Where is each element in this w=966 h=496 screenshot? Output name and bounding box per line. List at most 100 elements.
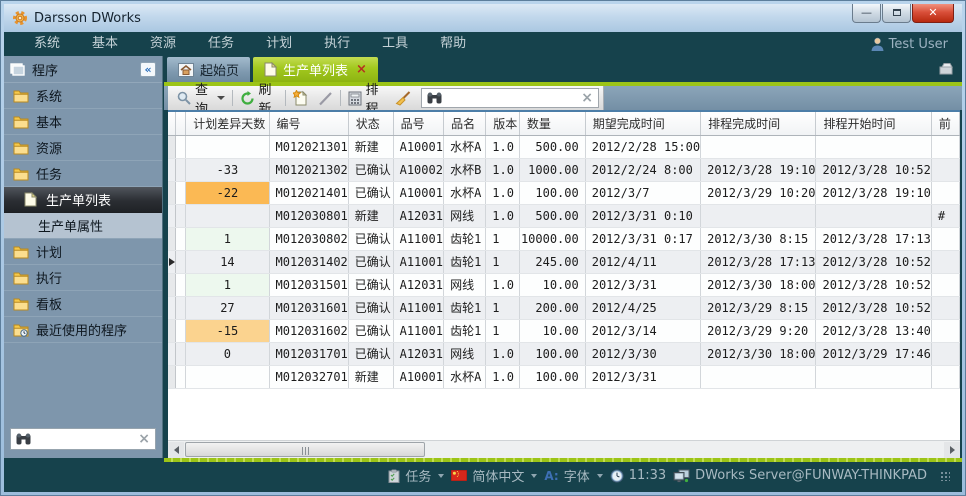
row-indicator-cell bbox=[168, 204, 176, 227]
menu-item[interactable]: 资源 bbox=[134, 32, 192, 56]
sidebar-item[interactable]: 生产单属性 bbox=[4, 213, 162, 239]
sidebar-search-clear-icon[interactable]: × bbox=[138, 432, 150, 446]
column-header[interactable]: 期望完成时间 bbox=[585, 112, 700, 135]
column-header[interactable]: 品名 bbox=[444, 112, 486, 135]
table-row[interactable]: 1M012031501已确认A12031网线1.010.002012/3/312… bbox=[168, 273, 960, 296]
column-header[interactable]: 前 bbox=[931, 112, 959, 135]
column-header[interactable]: 排程完成时间 bbox=[701, 112, 816, 135]
edit-button[interactable] bbox=[313, 87, 338, 109]
gap-cell bbox=[176, 227, 186, 250]
row-indicator-cell bbox=[168, 158, 176, 181]
sidebar-header: 程序 « bbox=[4, 56, 162, 83]
gap-cell bbox=[176, 181, 186, 204]
server-status[interactable]: DWorks Server@FUNWAY-THINKPAD bbox=[673, 468, 927, 483]
column-header[interactable]: 排程开始时间 bbox=[816, 112, 931, 135]
query-button[interactable]: 查询 bbox=[172, 87, 230, 109]
sidebar-item-label: 看板 bbox=[36, 294, 62, 313]
gap-cell bbox=[176, 296, 186, 319]
row-indicator-cell bbox=[168, 365, 176, 388]
column-header[interactable]: 版本 bbox=[486, 112, 520, 135]
toolbar-search-clear-icon[interactable]: × bbox=[581, 91, 593, 105]
column-header[interactable]: 品号 bbox=[393, 112, 443, 135]
schedule-button[interactable]: 排程 bbox=[343, 87, 390, 109]
menu-item[interactable]: 任务 bbox=[192, 32, 250, 56]
column-header[interactable]: 状态 bbox=[348, 112, 393, 135]
cell-status: 已确认 bbox=[348, 296, 393, 319]
menu-item[interactable]: 帮助 bbox=[424, 32, 482, 56]
sidebar-item[interactable]: 任务 bbox=[4, 161, 162, 187]
sidebar-item[interactable]: 最近使用的程序 bbox=[4, 317, 162, 343]
sidebar-item[interactable]: 基本 bbox=[4, 109, 162, 135]
restore-button[interactable] bbox=[882, 4, 911, 23]
float-window-icon[interactable] bbox=[938, 62, 954, 75]
column-header[interactable]: 计划差异天数 bbox=[186, 112, 269, 135]
sidebar-item[interactable]: 看板 bbox=[4, 291, 162, 317]
cell-sched_done: 2012/3/29 8:15 bbox=[701, 296, 816, 319]
sidebar-item[interactable]: 资源 bbox=[4, 135, 162, 161]
cell-extra bbox=[931, 273, 959, 296]
column-header[interactable]: 数量 bbox=[519, 112, 585, 135]
minimize-button[interactable]: — bbox=[852, 4, 881, 23]
tab-close-icon[interactable]: × bbox=[356, 62, 367, 77]
cell-sched_start bbox=[816, 135, 931, 158]
sidebar-search-input[interactable] bbox=[37, 432, 132, 446]
language-selector[interactable]: 简体中文 bbox=[451, 466, 537, 485]
title-bar[interactable]: Darsson DWorks — ✕ bbox=[4, 4, 962, 32]
sidebar-item[interactable]: 执行 bbox=[4, 265, 162, 291]
cell-due: 2012/2/24 8:00 bbox=[585, 158, 700, 181]
table-row[interactable]: 14M012031402已确认A11001齿轮11245.002012/4/11… bbox=[168, 250, 960, 273]
task-status-button[interactable]: 任务 bbox=[388, 466, 444, 485]
horizontal-scrollbar[interactable] bbox=[168, 440, 960, 458]
font-selector[interactable]: A: 字体 bbox=[544, 466, 602, 485]
broom-icon bbox=[395, 91, 411, 106]
clean-button[interactable] bbox=[390, 87, 416, 109]
menu-item[interactable]: 基本 bbox=[76, 32, 134, 56]
menu-item[interactable]: 计划 bbox=[250, 32, 308, 56]
refresh-button[interactable]: 刷新 bbox=[235, 87, 283, 109]
table-row[interactable]: M012032701新建A10001水杯A1.0100.002012/3/31 bbox=[168, 365, 960, 388]
scrollbar-grip-icon bbox=[301, 440, 310, 459]
table-row[interactable]: -33M012021302已确认A10002水杯B1.01000.002012/… bbox=[168, 158, 960, 181]
cell-diff bbox=[186, 135, 269, 158]
row-indicator-cell bbox=[168, 227, 176, 250]
sidebar-item[interactable]: 生产单列表 bbox=[4, 187, 162, 213]
table-row[interactable]: -15M012031602已确认A11001齿轮1110.002012/3/14… bbox=[168, 319, 960, 342]
scrollbar-thumb[interactable] bbox=[185, 442, 425, 457]
sidebar-item[interactable]: 系统 bbox=[4, 83, 162, 109]
table-row[interactable]: 1M012030802已确认A11001齿轮1110000.002012/3/3… bbox=[168, 227, 960, 250]
close-button[interactable]: ✕ bbox=[912, 4, 954, 23]
gap-cell bbox=[176, 204, 186, 227]
folder-icon bbox=[12, 167, 29, 181]
menu-item[interactable]: 工具 bbox=[366, 32, 424, 56]
table-row[interactable]: M012021301新建A10001水杯A1.0500.002012/2/28 … bbox=[168, 135, 960, 158]
scroll-left-button[interactable] bbox=[168, 442, 184, 458]
cell-version: 1.0 bbox=[486, 342, 520, 365]
cell-qty: 245.00 bbox=[519, 250, 585, 273]
cell-extra bbox=[931, 296, 959, 319]
scroll-right-button[interactable] bbox=[944, 442, 960, 458]
cell-item_name: 网线 bbox=[444, 273, 486, 296]
row-indicator-cell bbox=[168, 181, 176, 204]
menu-item[interactable]: 执行 bbox=[308, 32, 366, 56]
menu-item[interactable]: 系统 bbox=[18, 32, 76, 56]
sidebar-item[interactable]: 计划 bbox=[4, 239, 162, 265]
cell-diff: -33 bbox=[186, 158, 269, 181]
cell-version: 1.0 bbox=[486, 204, 520, 227]
table-row[interactable]: M012030801新建A12031网线1.0500.002012/3/31 0… bbox=[168, 204, 960, 227]
cell-sched_start: 2012/3/29 17:46 bbox=[816, 342, 931, 365]
cell-item_no: A11001 bbox=[393, 227, 443, 250]
column-header[interactable]: 编号 bbox=[269, 112, 348, 135]
cell-qty: 500.00 bbox=[519, 135, 585, 158]
binoculars-icon bbox=[427, 92, 442, 104]
table-row[interactable]: 0M012031701已确认A12031网线1.0100.002012/3/30… bbox=[168, 342, 960, 365]
sidebar-collapse-button[interactable]: « bbox=[140, 62, 156, 77]
toolbar-search-input[interactable] bbox=[447, 91, 576, 105]
table-row[interactable]: -22M012021401已确认A10001水杯A1.0100.002012/3… bbox=[168, 181, 960, 204]
user-area[interactable]: Test User bbox=[871, 32, 948, 56]
chevron-down-icon bbox=[217, 96, 225, 100]
grid-header-row: 计划差异天数编号状态品号品名版本数量期望完成时间排程完成时间排程开始时间前 bbox=[168, 112, 960, 135]
resize-grip[interactable] bbox=[940, 471, 950, 481]
cell-qty: 500.00 bbox=[519, 204, 585, 227]
table-row[interactable]: 27M012031601已确认A11001齿轮11200.002012/4/25… bbox=[168, 296, 960, 319]
new-button[interactable] bbox=[288, 87, 313, 109]
